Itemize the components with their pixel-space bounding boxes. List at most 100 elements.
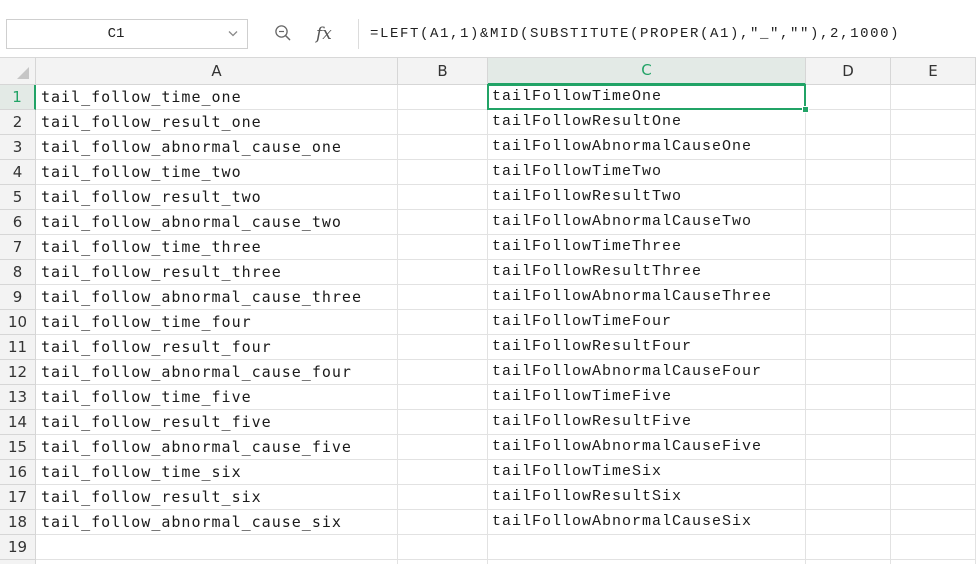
cell-D2[interactable] xyxy=(806,110,891,135)
name-box[interactable]: C1 xyxy=(6,19,248,49)
cell-A12[interactable]: tail_follow_abnormal_cause_four xyxy=(36,360,398,385)
row-header-5[interactable]: 5 xyxy=(0,185,36,210)
cell-A1[interactable]: tail_follow_time_one xyxy=(36,85,398,110)
cell-A4[interactable]: tail_follow_time_two xyxy=(36,160,398,185)
row-header-14[interactable]: 14 xyxy=(0,410,36,435)
cell-C9[interactable]: tailFollowAbnormalCauseThree xyxy=(488,285,806,310)
cell-A11[interactable]: tail_follow_result_four xyxy=(36,335,398,360)
row-header-1[interactable]: 1 xyxy=(0,85,36,110)
column-header-C[interactable]: C xyxy=(488,57,806,85)
cell-B1[interactable] xyxy=(398,85,488,110)
cell-B6[interactable] xyxy=(398,210,488,235)
formula-input[interactable]: =LEFT(A1,1)&MID(SUBSTITUTE(PROPER(A1),"_… xyxy=(358,19,976,49)
cell-D3[interactable] xyxy=(806,135,891,160)
cell-B20[interactable] xyxy=(398,560,488,564)
row-header-3[interactable]: 3 xyxy=(0,135,36,160)
cell-E16[interactable] xyxy=(891,460,976,485)
cell-B19[interactable] xyxy=(398,535,488,560)
cell-D12[interactable] xyxy=(806,360,891,385)
cell-C14[interactable]: tailFollowResultFive xyxy=(488,410,806,435)
cell-E7[interactable] xyxy=(891,235,976,260)
select-all-triangle-icon[interactable] xyxy=(0,57,36,85)
cell-B18[interactable] xyxy=(398,510,488,535)
row-header-17[interactable]: 17 xyxy=(0,485,36,510)
cell-D7[interactable] xyxy=(806,235,891,260)
row-header-4[interactable]: 4 xyxy=(0,160,36,185)
row-header-15[interactable]: 15 xyxy=(0,435,36,460)
cell-C11[interactable]: tailFollowResultFour xyxy=(488,335,806,360)
cell-E8[interactable] xyxy=(891,260,976,285)
fill-handle[interactable] xyxy=(802,106,809,113)
cell-E6[interactable] xyxy=(891,210,976,235)
row-header-9[interactable]: 9 xyxy=(0,285,36,310)
cell-E1[interactable] xyxy=(891,85,976,110)
cell-D4[interactable] xyxy=(806,160,891,185)
cell-A3[interactable]: tail_follow_abnormal_cause_one xyxy=(36,135,398,160)
cell-D19[interactable] xyxy=(806,535,891,560)
cell-C13[interactable]: tailFollowTimeFive xyxy=(488,385,806,410)
row-header-18[interactable]: 18 xyxy=(0,510,36,535)
row-header-13[interactable]: 13 xyxy=(0,385,36,410)
cell-E18[interactable] xyxy=(891,510,976,535)
cell-C8[interactable]: tailFollowResultThree xyxy=(488,260,806,285)
cell-C7[interactable]: tailFollowTimeThree xyxy=(488,235,806,260)
cell-A8[interactable]: tail_follow_result_three xyxy=(36,260,398,285)
cell-B10[interactable] xyxy=(398,310,488,335)
cell-C18[interactable]: tailFollowAbnormalCauseSix xyxy=(488,510,806,535)
cell-D13[interactable] xyxy=(806,385,891,410)
cell-E11[interactable] xyxy=(891,335,976,360)
column-header-A[interactable]: A xyxy=(36,57,398,85)
cell-B14[interactable] xyxy=(398,410,488,435)
cell-A15[interactable]: tail_follow_abnormal_cause_five xyxy=(36,435,398,460)
cell-D6[interactable] xyxy=(806,210,891,235)
cell-C19[interactable] xyxy=(488,535,806,560)
cell-A9[interactable]: tail_follow_abnormal_cause_three xyxy=(36,285,398,310)
row-header-10[interactable]: 10 xyxy=(0,310,36,335)
cell-C3[interactable]: tailFollowAbnormalCauseOne xyxy=(488,135,806,160)
cell-C15[interactable]: tailFollowAbnormalCauseFive xyxy=(488,435,806,460)
cell-A13[interactable]: tail_follow_time_five xyxy=(36,385,398,410)
cell-E5[interactable] xyxy=(891,185,976,210)
cell-D10[interactable] xyxy=(806,310,891,335)
cell-A5[interactable]: tail_follow_result_two xyxy=(36,185,398,210)
cell-D17[interactable] xyxy=(806,485,891,510)
cell-A10[interactable]: tail_follow_time_four xyxy=(36,310,398,335)
cell-D5[interactable] xyxy=(806,185,891,210)
row-header-16[interactable]: 16 xyxy=(0,460,36,485)
column-header-D[interactable]: D xyxy=(806,57,891,85)
cell-C6[interactable]: tailFollowAbnormalCauseTwo xyxy=(488,210,806,235)
cell-C12[interactable]: tailFollowAbnormalCauseFour xyxy=(488,360,806,385)
cell-C1[interactable]: tailFollowTimeOne xyxy=(488,85,806,110)
cell-E9[interactable] xyxy=(891,285,976,310)
cell-D15[interactable] xyxy=(806,435,891,460)
cell-C5[interactable]: tailFollowResultTwo xyxy=(488,185,806,210)
column-header-E[interactable]: E xyxy=(891,57,976,85)
row-header-8[interactable]: 8 xyxy=(0,260,36,285)
row-header-11[interactable]: 11 xyxy=(0,335,36,360)
cell-E13[interactable] xyxy=(891,385,976,410)
cell-C17[interactable]: tailFollowResultSix xyxy=(488,485,806,510)
cell-C20[interactable] xyxy=(488,560,806,564)
cell-D20[interactable] xyxy=(806,560,891,564)
cell-A2[interactable]: tail_follow_result_one xyxy=(36,110,398,135)
cell-B17[interactable] xyxy=(398,485,488,510)
cell-E3[interactable] xyxy=(891,135,976,160)
cell-B5[interactable] xyxy=(398,185,488,210)
cell-E12[interactable] xyxy=(891,360,976,385)
cell-B4[interactable] xyxy=(398,160,488,185)
cell-B16[interactable] xyxy=(398,460,488,485)
cell-A17[interactable]: tail_follow_result_six xyxy=(36,485,398,510)
cell-D14[interactable] xyxy=(806,410,891,435)
cell-C4[interactable]: tailFollowTimeTwo xyxy=(488,160,806,185)
cell-D8[interactable] xyxy=(806,260,891,285)
cell-E19[interactable] xyxy=(891,535,976,560)
cell-B11[interactable] xyxy=(398,335,488,360)
cell-B9[interactable] xyxy=(398,285,488,310)
cell-B7[interactable] xyxy=(398,235,488,260)
row-header-7[interactable]: 7 xyxy=(0,235,36,260)
magnifier-icon[interactable] xyxy=(274,24,292,42)
row-header-19[interactable]: 19 xyxy=(0,535,36,560)
cell-E20[interactable] xyxy=(891,560,976,564)
cell-B2[interactable] xyxy=(398,110,488,135)
cell-A20[interactable] xyxy=(36,560,398,564)
